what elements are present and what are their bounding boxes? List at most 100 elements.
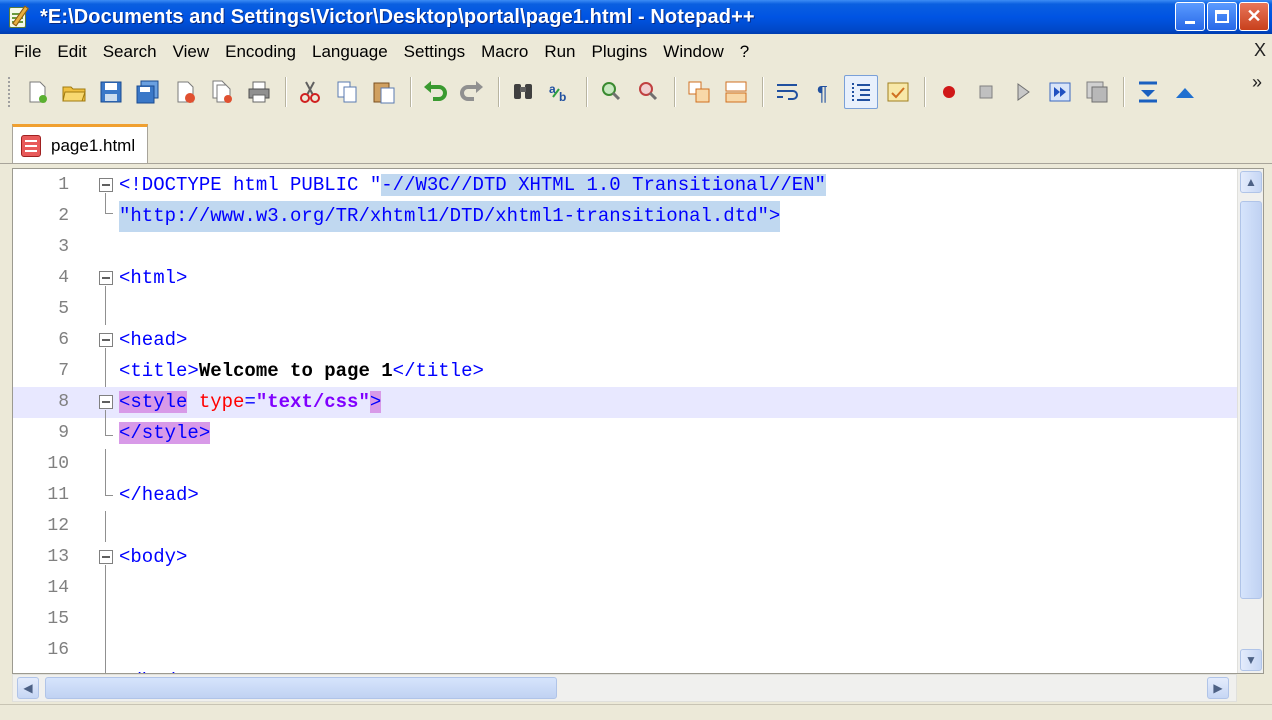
- paste-button[interactable]: [367, 75, 401, 109]
- toolbar-separator: [924, 77, 926, 107]
- menu-help[interactable]: ?: [732, 42, 757, 62]
- menu-run[interactable]: Run: [536, 42, 583, 62]
- line-number: 3: [58, 237, 69, 257]
- code-line: 10: [13, 449, 1238, 480]
- line-number: 5: [58, 299, 69, 319]
- zoom-out-button[interactable]: [631, 75, 665, 109]
- copy-button[interactable]: [330, 75, 364, 109]
- line-content: </body>: [119, 666, 199, 673]
- vertical-scrollbar[interactable]: ▲ ▼: [1237, 169, 1263, 673]
- zoom-in-button[interactable]: [594, 75, 628, 109]
- window-title: *E:\Documents and Settings\Victor\Deskto…: [40, 5, 755, 28]
- menu-language[interactable]: Language: [304, 42, 396, 62]
- fold-minus-icon[interactable]: [99, 550, 113, 564]
- new-file-button[interactable]: [20, 75, 54, 109]
- tab-page1[interactable]: page1.html: [12, 124, 148, 164]
- print-button[interactable]: [242, 75, 276, 109]
- indent-guide-button[interactable]: [844, 75, 878, 109]
- stop-icon: [979, 85, 993, 99]
- fold-minus-icon[interactable]: [99, 395, 113, 409]
- line-content: <!DOCTYPE html PUBLIC "-//W3C//DTD XHTML…: [119, 174, 826, 196]
- indent-guide-icon: [852, 83, 870, 101]
- show-all-characters-button[interactable]: ¶: [807, 75, 841, 109]
- line-content: <head>: [119, 329, 188, 351]
- toolbar-separator: [285, 77, 287, 107]
- fold-minus-icon[interactable]: [99, 178, 113, 192]
- line-number: 13: [47, 547, 69, 567]
- tab-label: page1.html: [51, 135, 136, 155]
- trim-spaces-button[interactable]: [1131, 75, 1165, 109]
- code-line: 16: [13, 635, 1238, 666]
- scroll-up-button[interactable]: ▲: [1240, 171, 1262, 193]
- code-line: 11 </head>: [13, 480, 1238, 511]
- close-document-button[interactable]: X: [1254, 40, 1266, 61]
- save-macro-button[interactable]: [1080, 75, 1114, 109]
- redo-icon: [460, 81, 483, 101]
- paste-icon: [373, 82, 395, 104]
- toolbar-overflow-button[interactable]: »: [1252, 72, 1262, 93]
- new-file-icon: [29, 81, 47, 103]
- vertical-scroll-thumb[interactable]: [1240, 201, 1262, 599]
- save-icon: [100, 81, 122, 103]
- toolbar-separator: [498, 77, 500, 107]
- line-number: 8: [58, 392, 69, 412]
- horizontal-scrollbar[interactable]: ◀ ▶: [12, 674, 1237, 702]
- close-icon: ✕: [1246, 6, 1262, 26]
- menu-settings[interactable]: Settings: [396, 42, 473, 62]
- menu-encoding[interactable]: Encoding: [217, 42, 304, 62]
- menu-macro[interactable]: Macro: [473, 42, 536, 62]
- menu-search[interactable]: Search: [95, 42, 165, 62]
- toolbar-grip: [8, 77, 12, 107]
- menu-view[interactable]: View: [165, 42, 218, 62]
- sync-horizontal-button[interactable]: [719, 75, 753, 109]
- fast-forward-icon: [1049, 82, 1071, 102]
- scroll-right-button[interactable]: ▶: [1207, 677, 1229, 699]
- redo-button[interactable]: [455, 75, 489, 109]
- scroll-down-button[interactable]: ▼: [1240, 649, 1262, 671]
- arrow-up-icon: ▲: [1245, 175, 1257, 189]
- line-number: 4: [58, 268, 69, 288]
- record-macro-button[interactable]: [932, 75, 966, 109]
- menu-bar: File Edit Search View Encoding Language …: [0, 36, 1272, 68]
- minimize-button[interactable]: [1175, 2, 1205, 31]
- fold-minus-icon[interactable]: [99, 271, 113, 285]
- stop-macro-button[interactable]: [969, 75, 1003, 109]
- open-file-button[interactable]: [57, 75, 91, 109]
- user-language-button[interactable]: [881, 75, 915, 109]
- line-content: <title>Welcome to page 1</title>: [119, 360, 484, 382]
- close-all-button[interactable]: [205, 75, 239, 109]
- code-line: 4 <html>: [13, 263, 1238, 294]
- find-button[interactable]: [506, 75, 540, 109]
- word-wrap-button[interactable]: [770, 75, 804, 109]
- menu-edit[interactable]: Edit: [49, 42, 94, 62]
- horizontal-scroll-thumb[interactable]: [45, 677, 557, 699]
- code-line: 1 <!DOCTYPE html PUBLIC "-//W3C//DTD XHT…: [13, 170, 1238, 201]
- menu-plugins[interactable]: Plugins: [584, 42, 656, 62]
- undo-button[interactable]: [418, 75, 452, 109]
- playback-macro-button[interactable]: [1006, 75, 1040, 109]
- sync-vertical-button[interactable]: [682, 75, 716, 109]
- line-number: 11: [47, 485, 69, 505]
- save-button[interactable]: [94, 75, 128, 109]
- line-content: <body>: [119, 546, 188, 568]
- menu-file[interactable]: File: [6, 42, 49, 62]
- cut-button[interactable]: [293, 75, 327, 109]
- maximize-button[interactable]: [1207, 2, 1237, 31]
- notepad-plus-plus-icon: [6, 4, 32, 30]
- scroll-left-button[interactable]: ◀: [17, 677, 39, 699]
- move-up-button[interactable]: [1168, 75, 1202, 109]
- run-macro-multiple-button[interactable]: [1043, 75, 1077, 109]
- replace-button[interactable]: ab: [543, 75, 577, 109]
- toolbar-separator: [586, 77, 588, 107]
- arrow-down-icon: ▼: [1245, 653, 1257, 667]
- code-editor[interactable]: 1 <!DOCTYPE html PUBLIC "-//W3C//DTD XHT…: [12, 168, 1264, 674]
- unsaved-file-icon: [21, 134, 41, 157]
- code-line: 13 <body>: [13, 542, 1238, 573]
- fold-minus-icon[interactable]: [99, 333, 113, 347]
- menu-window[interactable]: Window: [655, 42, 731, 62]
- pilcrow-icon: ¶: [817, 83, 828, 105]
- sync-vertical-icon: [688, 81, 710, 103]
- save-all-button[interactable]: [131, 75, 165, 109]
- close-button[interactable]: ✕: [1239, 2, 1269, 31]
- close-file-button[interactable]: [168, 75, 202, 109]
